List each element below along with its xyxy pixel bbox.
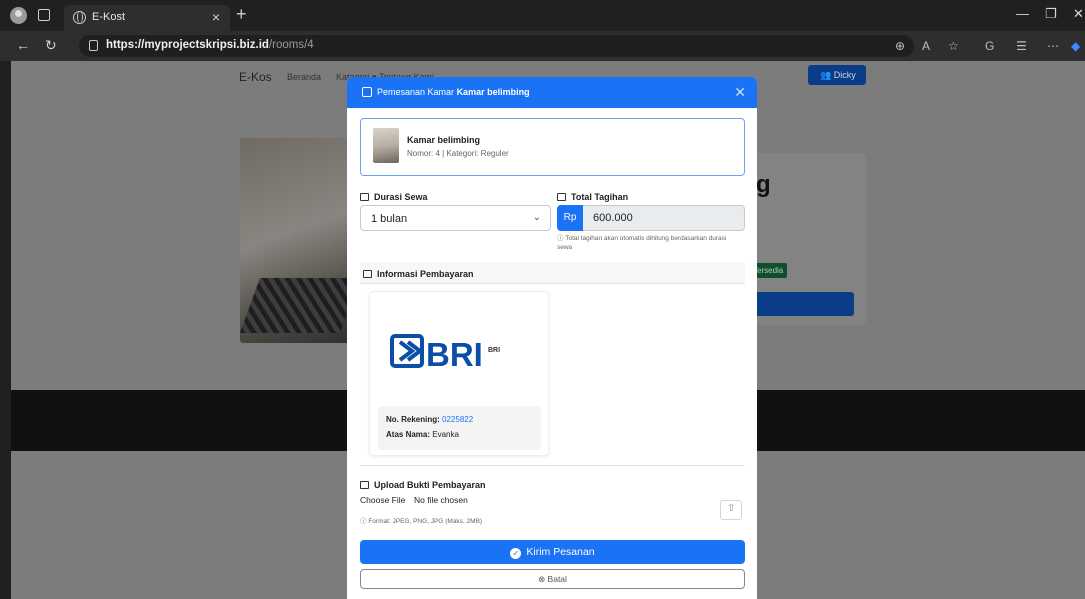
info-icon: ⓘ — [557, 235, 566, 242]
section-divider — [360, 465, 745, 466]
modal-header: Pemesanan Kamar Kamar belimbing ✕ — [347, 77, 757, 108]
durasi-label: Durasi Sewa — [360, 192, 428, 202]
browser-tab[interactable]: E-Kost × — [64, 5, 230, 31]
total-label: Total Tagihan — [557, 192, 628, 202]
user-icon: 👥 — [820, 70, 834, 80]
tab-title: E-Kost — [92, 11, 126, 23]
read-aloud-icon[interactable]: A — [922, 39, 930, 53]
site-brand[interactable]: E-Kos — [239, 70, 272, 84]
total-input: 600.000 — [583, 205, 745, 231]
image-icon — [360, 481, 369, 489]
durasi-select[interactable]: 1 bulan ⌄ — [360, 205, 551, 231]
upload-icon: ⇧ — [727, 503, 736, 514]
modal-title: Pemesanan Kamar Kamar belimbing — [377, 87, 530, 97]
total-value: 600.000 — [593, 212, 633, 224]
zoom-icon[interactable]: ⊕ — [895, 39, 905, 53]
user-name: Dicky — [833, 70, 856, 80]
payment-section-header: Informasi Pembayaran — [360, 262, 745, 284]
close-window-button[interactable]: ✕ — [1073, 6, 1084, 22]
tab-actions-icon[interactable] — [38, 9, 50, 21]
no-file-text: No file chosen — [414, 495, 468, 505]
nav-beranda[interactable]: Beranda — [287, 72, 321, 82]
receipt-icon — [557, 193, 566, 201]
total-input-group: Rp 600.000 — [557, 205, 745, 231]
favorite-star-icon[interactable]: ☆ — [948, 39, 959, 53]
more-options-icon[interactable]: ⋯ — [1047, 39, 1059, 53]
account-number-line: No. Rekening: 0225822 — [386, 415, 474, 424]
booking-modal: Pemesanan Kamar Kamar belimbing ✕ Kamar … — [347, 77, 757, 599]
upload-button[interactable]: ⇧ — [720, 500, 742, 520]
room-name: Kamar belimbing — [407, 135, 481, 145]
room-thumbnail — [373, 128, 399, 163]
bank-card: BRI BRI No. Rekening: 0225822 Atas Nama:… — [369, 291, 549, 456]
account-number[interactable]: 0225822 — [442, 415, 473, 424]
url-text: https://myprojectskripsi.biz.id/rooms/4 — [106, 39, 314, 51]
cancel-button[interactable]: ⊗ Batal — [360, 569, 745, 589]
total-hint: ⓘ Total tagihan akan otomatis dihitung b… — [557, 235, 727, 251]
room-meta: Nomor: 4 | Kategori: Reguler — [407, 149, 509, 158]
restore-button[interactable]: ❐ — [1045, 6, 1057, 22]
payment-section-label: Informasi Pembayaran — [363, 269, 474, 279]
browser-tabbar: E-Kost × + — ❐ ✕ — [0, 0, 1085, 31]
tab-close-icon[interactable]: × — [212, 9, 220, 25]
address-bar-row: ← ↻ https://myprojectskripsi.biz.id/room… — [0, 31, 1085, 61]
account-details: No. Rekening: 0225822 Atas Nama: Evanka — [378, 406, 541, 450]
back-icon[interactable]: ← — [16, 37, 30, 53]
url-input[interactable]: https://myprojectskripsi.biz.id/rooms/4 — [79, 35, 914, 57]
durasi-value: 1 bulan — [371, 213, 408, 225]
check-circle-icon: ✓ — [510, 548, 522, 559]
user-menu-button[interactable]: 👥 Dicky — [808, 65, 866, 85]
currency-addon: Rp — [557, 205, 583, 231]
new-tab-button[interactable]: + — [236, 4, 247, 25]
cancel-icon: ⊗ — [538, 574, 548, 584]
calendar-icon — [362, 87, 372, 97]
account-name: Evanka — [432, 430, 459, 439]
bri-logo: BRI — [390, 334, 483, 372]
account-name-line: Atas Nama: Evanka — [386, 430, 459, 439]
format-hint: ⓘ Format: JPEG, PNG, JPG (Maks. 2MB) — [360, 518, 483, 525]
extension-icon[interactable]: G — [985, 39, 994, 53]
bank-name: BRI — [488, 347, 501, 354]
rug-decoration — [239, 278, 361, 333]
bri-logo-text: BRI — [426, 336, 483, 372]
refresh-icon[interactable]: ↻ — [45, 37, 57, 54]
room-photo — [239, 138, 362, 343]
submit-button[interactable]: ✓ Kirim Pesanan — [360, 540, 745, 564]
room-heading-fragment: g — [756, 171, 771, 198]
copilot-icon[interactable]: ◆ — [1071, 39, 1080, 53]
choose-file-button[interactable]: Choose File — [360, 495, 405, 505]
globe-icon — [73, 11, 86, 24]
room-summary: Kamar belimbing Nomor: 4 | Kategori: Reg… — [360, 118, 745, 176]
chevron-down-icon: ⌄ — [532, 212, 541, 223]
minimize-button[interactable]: — — [1016, 6, 1029, 21]
favorites-list-icon[interactable]: ☰ — [1016, 39, 1027, 53]
lock-icon — [89, 40, 98, 51]
book-button-backdrop — [747, 292, 854, 316]
modal-close-icon[interactable]: ✕ — [734, 84, 746, 101]
profile-icon[interactable] — [10, 7, 27, 24]
upload-label: Upload Bukti Pembayaran — [360, 480, 486, 490]
card-icon — [363, 270, 372, 278]
calendar-icon — [360, 193, 369, 201]
